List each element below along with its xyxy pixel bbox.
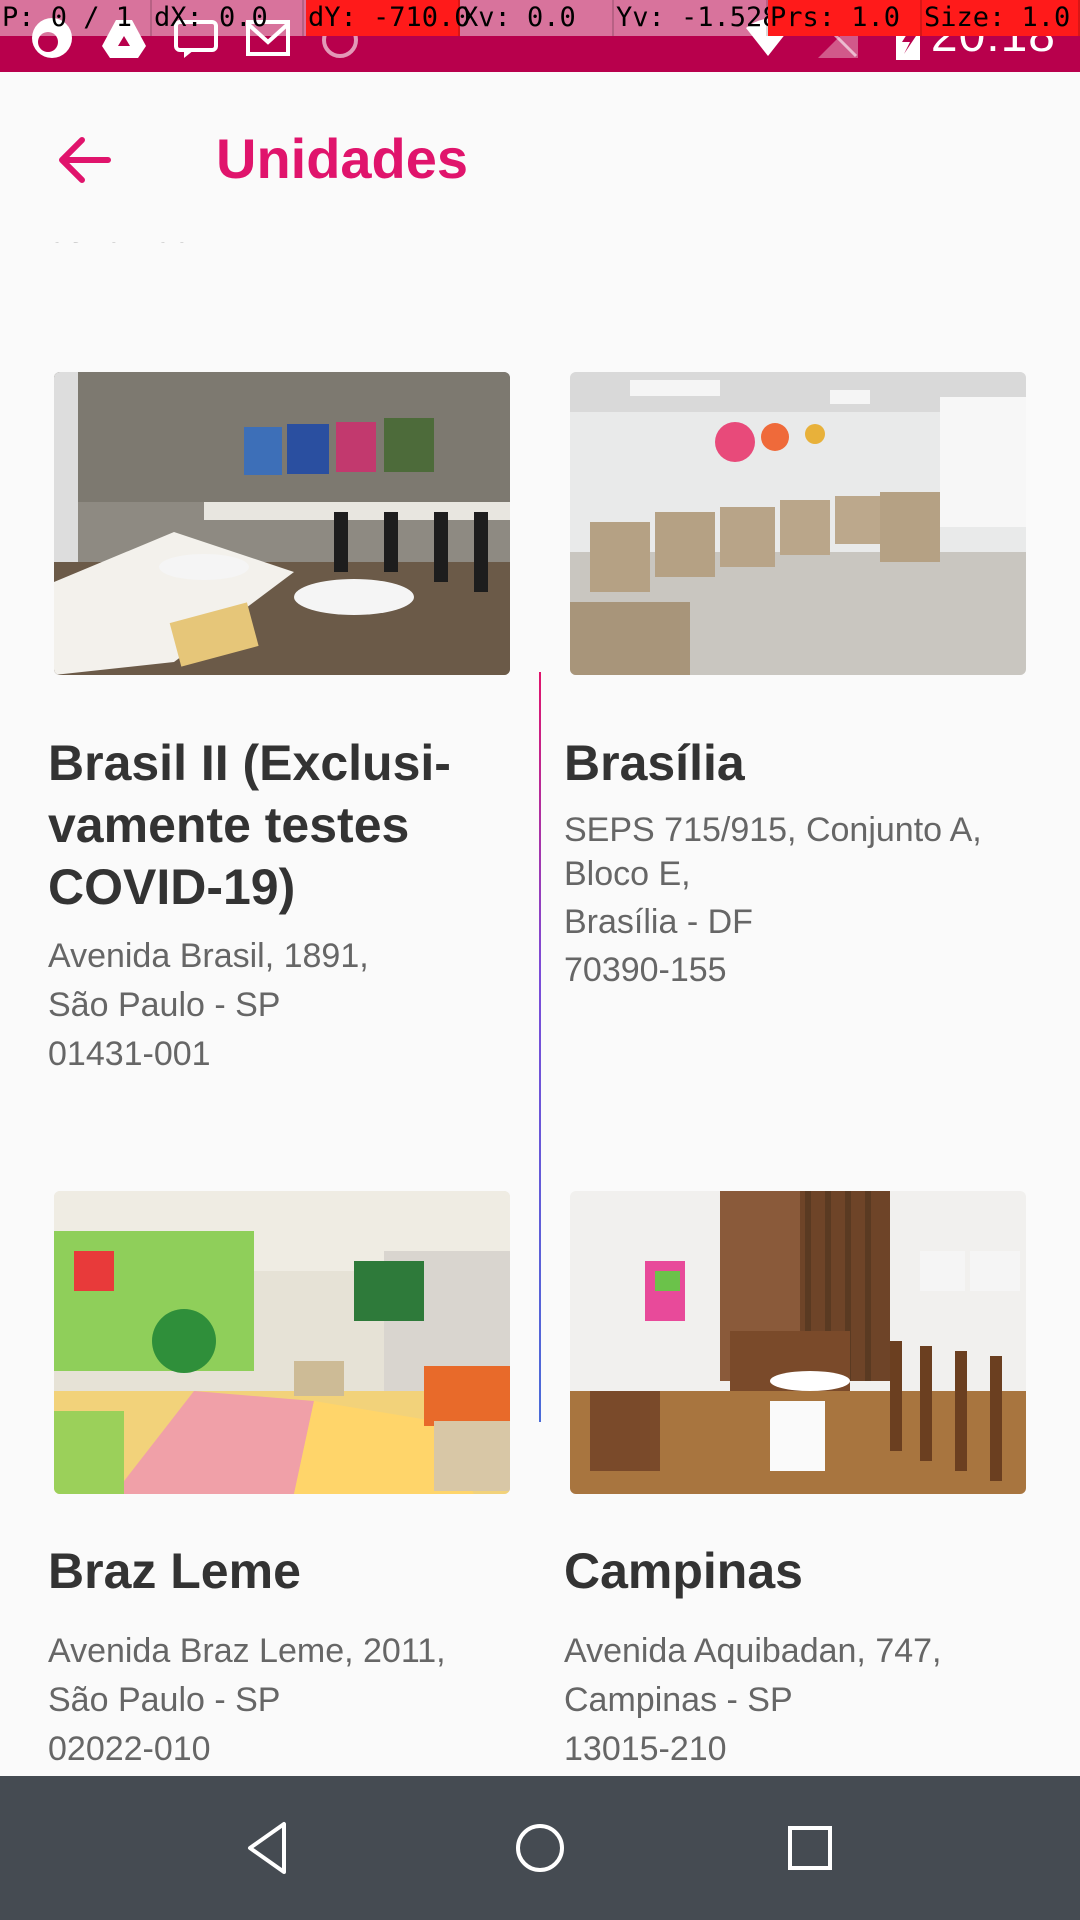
unit-address: Avenida Braz Leme, 2011, São Paulo - SP … bbox=[48, 1627, 488, 1774]
unit-photo bbox=[570, 1191, 1026, 1494]
address-line: Avenida Aquibadan, 747, bbox=[564, 1632, 942, 1670]
unit-name: Brasília bbox=[564, 732, 1004, 794]
debug-dx: dX: 0.0 bbox=[152, 0, 304, 36]
debug-yv: Yv: -1.528 bbox=[614, 0, 779, 36]
unit-photo bbox=[54, 1191, 510, 1494]
address-line: 02022-010 bbox=[48, 1730, 211, 1768]
navigation-bar bbox=[0, 1776, 1080, 1920]
units-list[interactable]: 05401-001 bbox=[0, 0, 1080, 1776]
debug-dy: dY: -710.0 bbox=[306, 0, 471, 36]
address-line: Bloco E, bbox=[564, 855, 691, 893]
touch-trace-line bbox=[539, 672, 541, 1422]
nav-back-icon[interactable] bbox=[238, 1816, 302, 1880]
unit-card-brasil-ii[interactable]: Brasil II (Exclusi- vamente testes COVID… bbox=[48, 372, 510, 1092]
unit-name-line: Braz Leme bbox=[48, 1543, 301, 1599]
unit-name: Braz Leme bbox=[48, 1540, 488, 1602]
debug-pointer: P: 0 / 1 bbox=[0, 0, 152, 36]
unit-photo bbox=[54, 372, 510, 675]
unit-address: Avenida Aquibadan, 747, Campinas - SP 13… bbox=[564, 1627, 1004, 1774]
address-line: 13015-210 bbox=[564, 1730, 727, 1768]
address-line: Avenida Braz Leme, 2011, bbox=[48, 1632, 446, 1670]
app-bar: Unidades bbox=[0, 72, 1080, 242]
screen: 05401-001 bbox=[0, 0, 1080, 1920]
unit-card-brasilia[interactable]: Brasília SEPS 715/915, Conjunto A, Bloco… bbox=[564, 372, 1026, 1092]
nav-recents-icon[interactable] bbox=[778, 1816, 842, 1880]
unit-name: Campinas bbox=[564, 1540, 1004, 1602]
pointer-debug-overlay: P: 0 / 1 dX: 0.0 dY: -710.0 Xv: 0.0 Yv: … bbox=[0, 0, 1080, 36]
unit-name-line: Brasília bbox=[564, 735, 745, 791]
unit-name: Brasil II (Exclusi- vamente testes COVID… bbox=[48, 732, 488, 918]
status-bar: 20:18 P: 0 / 1 dX: 0.0 dY: -710.0 Xv: 0.… bbox=[0, 0, 1080, 72]
address-line: 70390-155 bbox=[564, 951, 727, 989]
address-line: São Paulo - SP bbox=[48, 986, 281, 1024]
address-line: São Paulo - SP bbox=[48, 1681, 281, 1719]
unit-card-campinas[interactable]: Campinas Avenida Aquibadan, 747, Campina… bbox=[564, 1191, 1026, 1776]
unit-address: Avenida Brasil, 1891, São Paulo - SP 014… bbox=[48, 932, 488, 1079]
nav-home-icon[interactable] bbox=[508, 1816, 572, 1880]
unit-card-braz-leme[interactable]: Braz Leme Avenida Braz Leme, 2011, São P… bbox=[48, 1191, 510, 1776]
unit-address: SEPS 715/915, Conjunto A, Bloco E, Brasí… bbox=[564, 808, 1004, 992]
unit-name-line: Brasil II (Exclusi- bbox=[48, 735, 451, 791]
address-line: Avenida Brasil, 1891, bbox=[48, 937, 369, 975]
address-line: SEPS 715/915, Conjunto A, bbox=[564, 811, 982, 849]
page-title: Unidades bbox=[216, 127, 469, 190]
address-line: Brasília - DF bbox=[564, 903, 753, 941]
debug-xv: Xv: 0.0 bbox=[460, 0, 614, 36]
debug-pressure: Prs: 1.0 bbox=[768, 0, 922, 36]
unit-name-line: COVID-19) bbox=[48, 859, 296, 915]
address-line: Campinas - SP bbox=[564, 1681, 793, 1719]
unit-photo bbox=[570, 372, 1026, 675]
unit-name-line: Campinas bbox=[564, 1543, 803, 1599]
arrow-back-icon[interactable] bbox=[52, 128, 116, 192]
address-line: 01431-001 bbox=[48, 1035, 211, 1073]
debug-size: Size: 1.0 bbox=[922, 0, 1080, 36]
unit-name-line: vamente testes bbox=[48, 797, 410, 853]
